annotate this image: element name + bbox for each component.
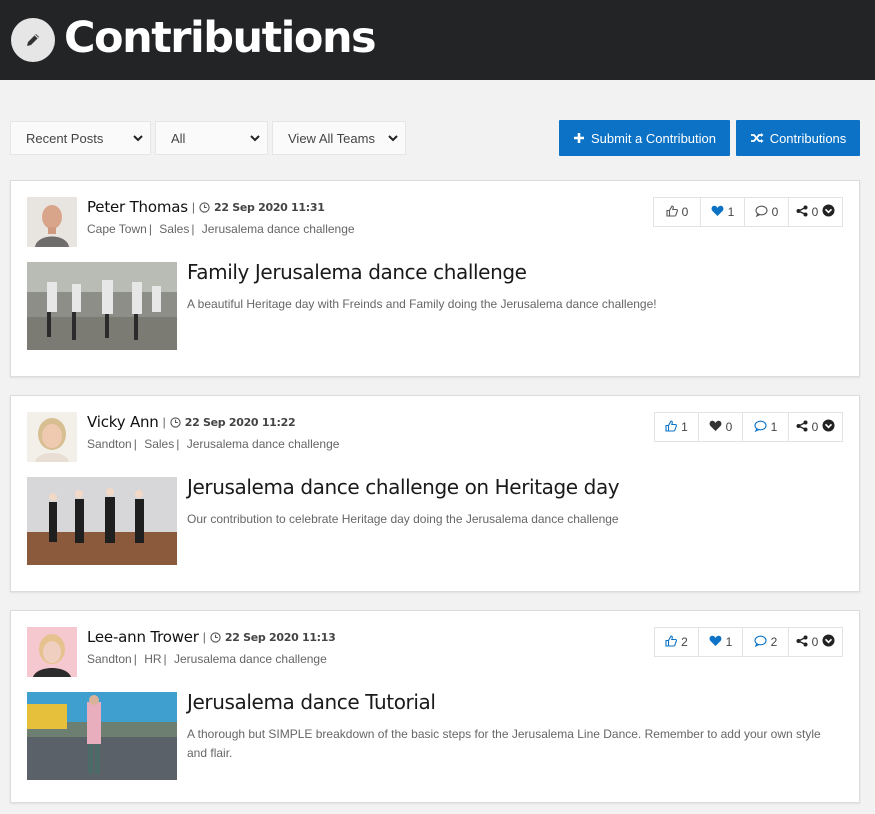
post-actions: 0 1 0 0 [653,197,843,227]
like-button[interactable]: 0 [654,198,700,226]
comment-button[interactable]: 0 [744,198,788,226]
divider: | [202,630,206,644]
tag-label: Jerusalema dance challenge [186,437,340,451]
teams-select[interactable]: View All Teams [272,121,406,155]
team-label: Sales [159,222,190,236]
post-date: 22 Sep 2020 11:22 [184,415,296,429]
tag-label: Jerusalema dance challenge [174,652,327,666]
post-actions: 2 1 2 0 [654,627,843,657]
plus-icon [573,133,584,143]
post-date: 22 Sep 2020 11:31 [213,200,325,214]
chevron-down-circle-icon [822,634,835,650]
post-actions: 1 0 1 0 [654,412,843,442]
contributions-label: Contributions [769,130,847,146]
sort-select[interactable]: Recent Posts [10,121,151,155]
author-name[interactable]: Vicky Ann [87,413,159,431]
post-tags: Sandton | HR | Jerusalema dance challenge [87,652,327,666]
clock-icon [199,201,210,213]
category-select[interactable]: All [155,121,268,155]
love-button[interactable]: 0 [698,413,742,441]
avatar[interactable] [27,412,77,462]
chevron-down-circle-icon [822,419,835,435]
post-tags: Cape Town | Sales | Jerusalema dance chall… [87,222,355,236]
share-count: 0 [811,420,819,434]
contribution-card: Lee-ann Trower | 22 Sep 2020 11:13 Sandt… [10,610,860,803]
post-description: Our contribution to celebrate Heritage d… [187,512,619,526]
share-icon [796,205,808,220]
comment-count: 2 [770,635,778,649]
share-icon [796,420,808,435]
post-description: A beautiful Heritage day with Freinds an… [187,297,657,311]
avatar[interactable] [27,197,77,247]
thumbs-up-icon [666,204,678,220]
heart-icon [709,635,722,650]
post-title[interactable]: Jerusalema dance challenge on Heritage d… [187,475,620,499]
author-name[interactable]: Peter Thomas [87,198,188,216]
comment-button[interactable]: 2 [742,628,788,656]
thumbs-up-icon [665,419,678,435]
teams-select-value: View All Teams [288,130,375,146]
team-label: Sales [144,437,175,451]
location-label: Sandton [87,652,132,666]
heart-icon [711,205,724,220]
clock-icon [210,631,221,643]
post-title[interactable]: Jerusalema dance Tutorial [187,690,436,714]
page-header: Contributions [0,0,875,80]
comment-button[interactable]: 1 [742,413,788,441]
like-button[interactable]: 2 [655,628,698,656]
page-title: Contributions [64,13,377,63]
shuffle-icon [750,133,764,143]
contribution-card: Vicky Ann | 22 Sep 2020 11:22 Sandton | S… [10,395,860,592]
comment-count: 0 [771,205,779,219]
location-label: Sandton [87,437,132,451]
post-tags: Sandton | Sales | Jerusalema dance challen… [87,437,340,451]
post-thumbnail[interactable] [27,477,177,565]
like-count: 0 [681,205,689,219]
post-description: A thorough but SIMPLE breakdown of the b… [187,727,821,760]
heart-icon [709,420,722,435]
like-count: 1 [681,420,688,434]
pencil-icon [11,18,55,62]
share-button[interactable]: 0 [788,628,842,656]
post-thumbnail[interactable] [27,262,177,350]
thumbs-up-icon [665,634,678,650]
submit-contribution-label: Submit a Contribution [590,130,716,146]
sort-select-value: Recent Posts [26,130,104,146]
team-label: HR [144,652,162,666]
love-count: 0 [725,420,733,434]
category-select-value: All [171,130,186,146]
clock-icon [170,416,181,428]
share-count: 0 [811,635,819,649]
chevron-down-icon [250,135,260,142]
author-name[interactable]: Lee-ann Trower [87,628,199,646]
share-button[interactable]: 0 [788,413,842,441]
tag-label: Jerusalema dance challenge [201,222,355,236]
avatar[interactable] [27,627,77,677]
post-title[interactable]: Family Jerusalema dance challenge [187,260,527,284]
like-button[interactable]: 1 [655,413,698,441]
love-count: 1 [725,635,733,649]
location-label: Cape Town [87,222,147,236]
love-count: 1 [727,205,735,219]
share-button[interactable]: 0 [788,198,842,226]
post-date: 22 Sep 2020 11:13 [224,630,336,644]
divider: | [162,415,166,429]
comment-icon [755,205,768,220]
like-count: 2 [681,635,688,649]
contributions-button[interactable]: Contributions [736,120,860,156]
chevron-down-circle-icon [822,204,835,220]
share-count: 0 [811,205,819,219]
divider: | [191,200,195,214]
comment-icon [754,420,767,435]
submit-contribution-button[interactable]: Submit a Contribution [559,120,730,156]
comment-count: 1 [770,420,778,434]
love-button[interactable]: 1 [700,198,744,226]
share-icon [796,635,808,650]
love-button[interactable]: 1 [698,628,742,656]
contribution-card: Peter Thomas | 22 Sep 2020 11:31 Cape To… [10,180,860,377]
chevron-down-icon [388,135,398,142]
chevron-down-icon [133,135,143,142]
comment-icon [754,635,767,650]
post-thumbnail[interactable] [27,692,177,780]
